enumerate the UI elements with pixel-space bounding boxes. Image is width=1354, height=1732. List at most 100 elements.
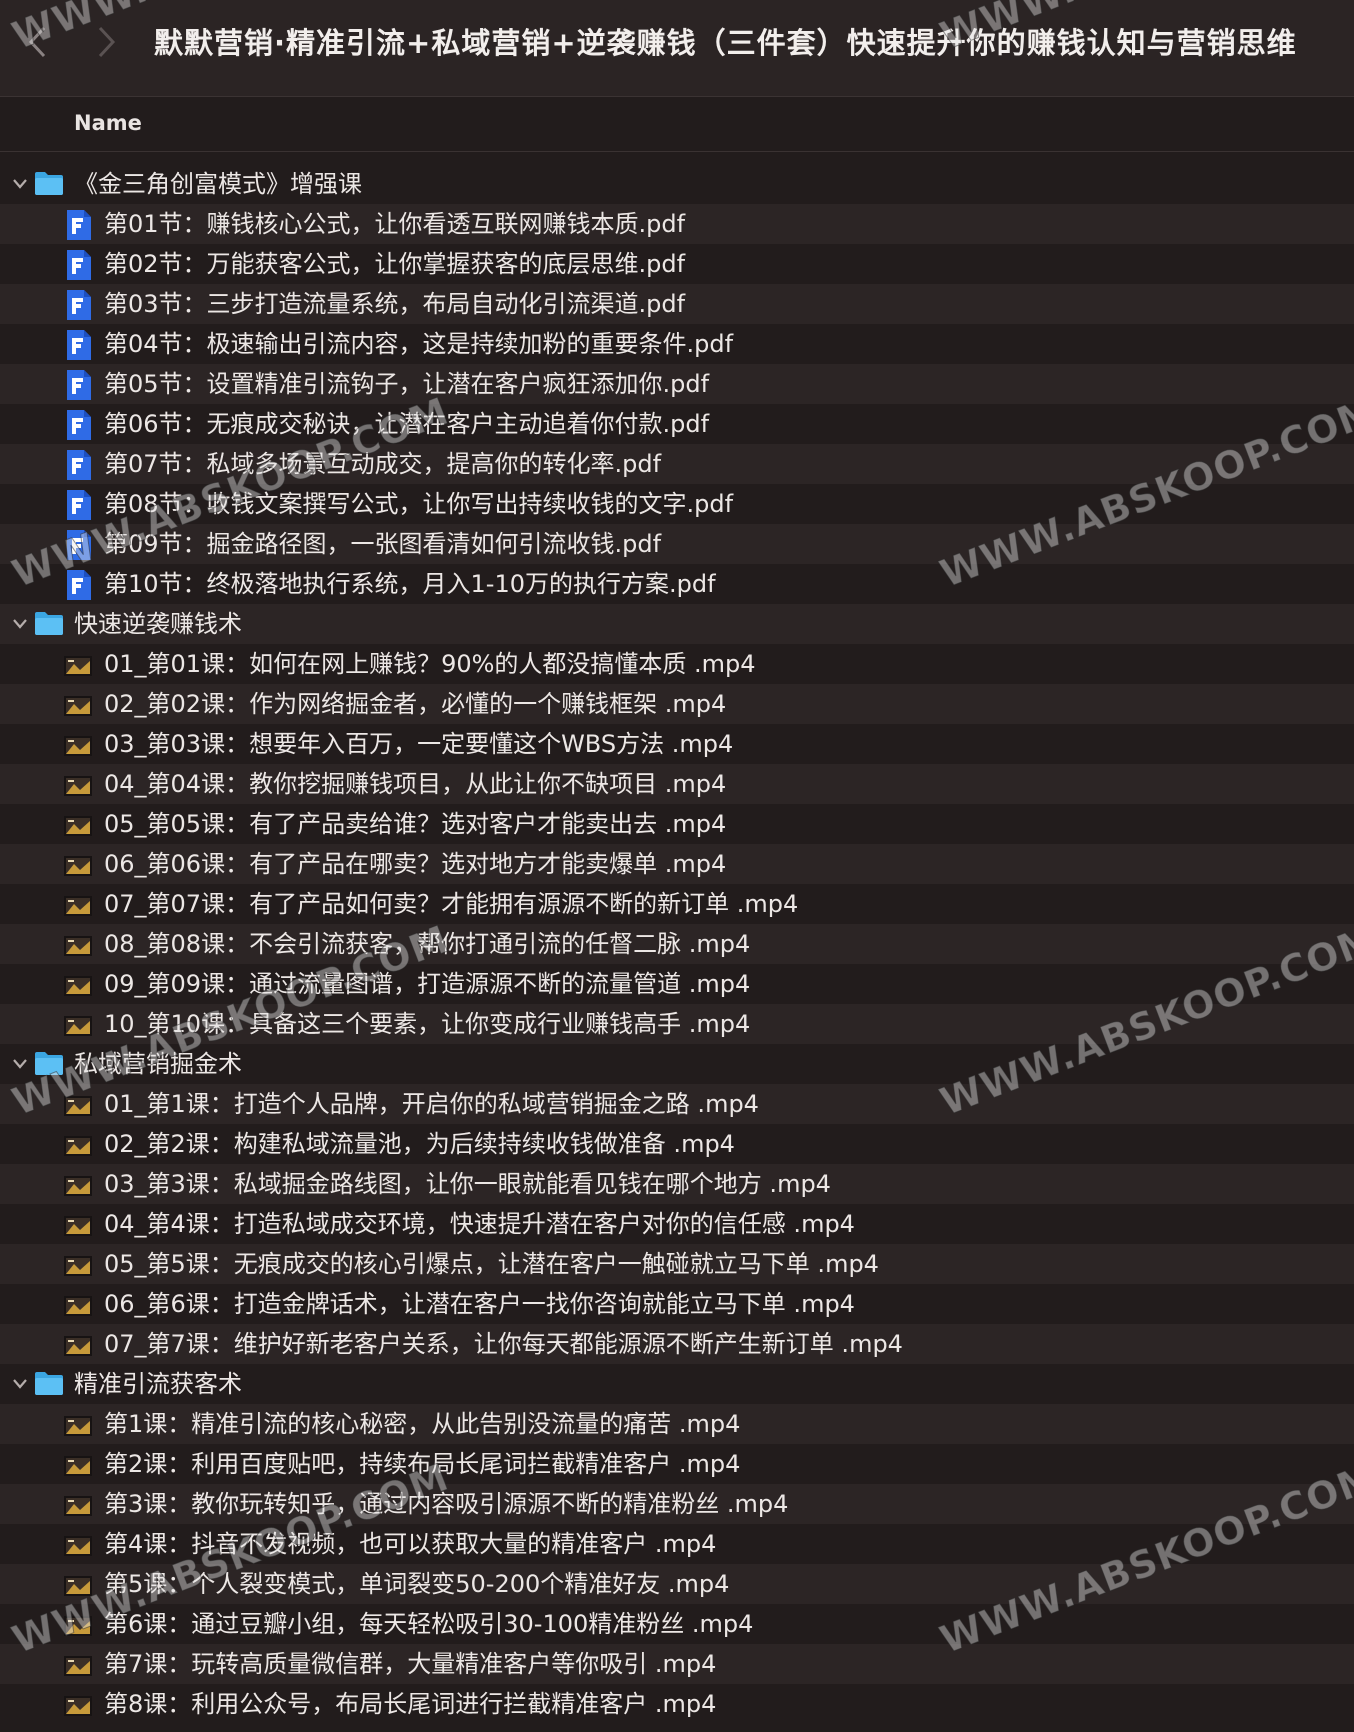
file-name: 04_第04课：教你挖掘赚钱项目，从此让你不缺项目 .mp4	[104, 770, 727, 798]
video-file-icon	[64, 650, 92, 680]
folder-row[interactable]: 精准引流获客术	[0, 1364, 1354, 1404]
file-name: 05_第05课：有了产品卖给谁？选对客户才能卖出去 .mp4	[104, 810, 727, 838]
file-row[interactable]: 03_第3课：私域掘金路线图，让你一眼就能看见钱在哪个地方 .mp4	[0, 1164, 1354, 1204]
disclosure-triangle-icon[interactable]	[8, 1372, 32, 1396]
file-row[interactable]: 09_第09课：通过流量图谱，打造源源不断的流量管道 .mp4	[0, 964, 1354, 1004]
back-button[interactable]	[18, 22, 58, 62]
file-name: 第03节：三步打造流量系统，布局自动化引流渠道.pdf	[104, 290, 686, 318]
file-row[interactable]: 第4课：抖音不发视频，也可以获取大量的精准客户 .mp4	[0, 1524, 1354, 1564]
file-name: 03_第3课：私域掘金路线图，让你一眼就能看见钱在哪个地方 .mp4	[104, 1170, 831, 1198]
file-row[interactable]: 06_第06课：有了产品在哪卖？选对地方才能卖爆单 .mp4	[0, 844, 1354, 884]
file-row[interactable]: 04_第4课：打造私域成交环境，快速提升潜在客户对你的信任感 .mp4	[0, 1204, 1354, 1244]
file-name: 02_第2课：构建私域流量池，为后续持续收钱做准备 .mp4	[104, 1130, 735, 1158]
video-file-icon	[64, 810, 92, 840]
file-row[interactable]: 03_第03课：想要年入百万，一定要懂这个WBS方法 .mp4	[0, 724, 1354, 764]
pdf-file-icon	[64, 530, 92, 560]
file-row[interactable]: 06_第6课：打造金牌话术，让潜在客户一找你咨询就能立马下单 .mp4	[0, 1284, 1354, 1324]
video-file-icon	[64, 890, 92, 920]
file-row[interactable]: 第09节：掘金路径图，一张图看清如何引流收钱.pdf	[0, 524, 1354, 564]
file-name: 第05节：设置精准引流钩子，让潜在客户疯狂添加你.pdf	[104, 370, 710, 398]
folder-icon	[34, 1370, 64, 1396]
file-row[interactable]: 04_第04课：教你挖掘赚钱项目，从此让你不缺项目 .mp4	[0, 764, 1354, 804]
file-row[interactable]: 第06节：无痕成交秘诀，让潜在客户主动追着你付款.pdf	[0, 404, 1354, 444]
video-file-icon	[64, 970, 92, 1000]
file-row[interactable]: 02_第2课：构建私域流量池，为后续持续收钱做准备 .mp4	[0, 1124, 1354, 1164]
file-row[interactable]: 第1课：精准引流的核心秘密，从此告别没流量的痛苦 .mp4	[0, 1404, 1354, 1444]
video-file-icon	[64, 930, 92, 960]
file-row[interactable]: 08_第08课：不会引流获客，帮你打通引流的任督二脉 .mp4	[0, 924, 1354, 964]
video-file-icon	[64, 1490, 92, 1520]
file-name: 第08节：收钱文案撰写公式，让你写出持续收钱的文字.pdf	[104, 490, 734, 518]
file-row[interactable]: 10_第10课：具备这三个要素，让你变成行业赚钱高手 .mp4	[0, 1004, 1354, 1044]
file-row[interactable]: 第3课：教你玩转知乎，通过内容吸引源源不断的精准粉丝 .mp4	[0, 1484, 1354, 1524]
video-file-icon	[64, 730, 92, 760]
file-name: 06_第06课：有了产品在哪卖？选对地方才能卖爆单 .mp4	[104, 850, 727, 878]
file-row[interactable]: 第8课：利用公众号，布局长尾词进行拦截精准客户 .mp4	[0, 1684, 1354, 1724]
video-file-icon	[64, 1530, 92, 1560]
window-title: 默默营销·精准引流+私域营销+逆袭赚钱（三件套）快速提升你的赚钱认知与营销思维	[154, 26, 1297, 60]
file-row[interactable]: 第05节：设置精准引流钩子，让潜在客户疯狂添加你.pdf	[0, 364, 1354, 404]
window-toolbar: 默默营销·精准引流+私域营销+逆袭赚钱（三件套）快速提升你的赚钱认知与营销思维	[0, 0, 1354, 97]
file-row[interactable]: 第08节：收钱文案撰写公式，让你写出持续收钱的文字.pdf	[0, 484, 1354, 524]
video-file-icon	[64, 1010, 92, 1040]
file-row[interactable]: 07_第07课：有了产品如何卖？才能拥有源源不断的新订单 .mp4	[0, 884, 1354, 924]
video-file-icon	[64, 1290, 92, 1320]
folder-row[interactable]: 快速逆袭赚钱术	[0, 604, 1354, 644]
video-file-icon	[64, 690, 92, 720]
file-row[interactable]: 01_第1课：打造个人品牌，开启你的私域营销掘金之路 .mp4	[0, 1084, 1354, 1124]
file-row[interactable]: 第6课：通过豆瓣小组，每天轻松吸引30-100精准粉丝 .mp4	[0, 1604, 1354, 1644]
disclosure-triangle-icon[interactable]	[8, 172, 32, 196]
chevron-right-icon	[98, 26, 116, 58]
pdf-file-icon	[64, 330, 92, 360]
folder-name: 《金三角创富模式》增强课	[74, 170, 362, 198]
file-name: 09_第09课：通过流量图谱，打造源源不断的流量管道 .mp4	[104, 970, 751, 998]
video-file-icon	[64, 1690, 92, 1720]
column-header: Name	[0, 97, 1354, 152]
file-row[interactable]: 第5课：个人裂变模式，单词裂变50-200个精准好友 .mp4	[0, 1564, 1354, 1604]
file-row[interactable]: 第7课：玩转高质量微信群，大量精准客户等你吸引 .mp4	[0, 1644, 1354, 1684]
video-file-icon	[64, 1130, 92, 1160]
file-row[interactable]: 01_第01课：如何在网上赚钱？90%的人都没搞懂本质 .mp4	[0, 644, 1354, 684]
video-file-icon	[64, 1210, 92, 1240]
file-name: 第3课：教你玩转知乎，通过内容吸引源源不断的精准粉丝 .mp4	[104, 1490, 789, 1518]
file-row[interactable]: 07_第7课：维护好新老客户关系，让你每天都能源源不断产生新订单 .mp4	[0, 1324, 1354, 1364]
file-name: 01_第01课：如何在网上赚钱？90%的人都没搞懂本质 .mp4	[104, 650, 756, 678]
file-name: 06_第6课：打造金牌话术，让潜在客户一找你咨询就能立马下单 .mp4	[104, 1290, 855, 1318]
file-list: 《金三角创富模式》增强课第01节：赚钱核心公式，让你看透互联网赚钱本质.pdf 第…	[0, 164, 1354, 1724]
file-name: 05_第5课：无痕成交的核心引爆点，让潜在客户一触碰就立马下单 .mp4	[104, 1250, 879, 1278]
pdf-file-icon	[64, 210, 92, 240]
pdf-file-icon	[64, 490, 92, 520]
file-name: 第01节：赚钱核心公式，让你看透互联网赚钱本质.pdf	[104, 210, 686, 238]
pdf-file-icon	[64, 570, 92, 600]
file-row[interactable]: 第04节：极速输出引流内容，这是持续加粉的重要条件.pdf	[0, 324, 1354, 364]
forward-button[interactable]	[86, 22, 126, 62]
folder-row[interactable]: 私域营销掘金术	[0, 1044, 1354, 1084]
disclosure-triangle-icon[interactable]	[8, 1052, 32, 1076]
file-name: 07_第7课：维护好新老客户关系，让你每天都能源源不断产生新订单 .mp4	[104, 1330, 903, 1358]
chevron-left-icon	[28, 26, 46, 58]
video-file-icon	[64, 770, 92, 800]
file-name: 07_第07课：有了产品如何卖？才能拥有源源不断的新订单 .mp4	[104, 890, 799, 918]
folder-row[interactable]: 《金三角创富模式》增强课	[0, 164, 1354, 204]
video-file-icon	[64, 1570, 92, 1600]
file-row[interactable]: 第01节：赚钱核心公式，让你看透互联网赚钱本质.pdf	[0, 204, 1354, 244]
file-row[interactable]: 第02节：万能获客公式，让你掌握获客的底层思维.pdf	[0, 244, 1354, 284]
file-row[interactable]: 第2课：利用百度贴吧，持续布局长尾词拦截精准客户 .mp4	[0, 1444, 1354, 1484]
file-name: 第06节：无痕成交秘诀，让潜在客户主动追着你付款.pdf	[104, 410, 710, 438]
file-name: 10_第10课：具备这三个要素，让你变成行业赚钱高手 .mp4	[104, 1010, 751, 1038]
file-name: 第07节：私域多场景互动成交，提高你的转化率.pdf	[104, 450, 662, 478]
folder-icon	[34, 1050, 64, 1076]
folder-icon	[34, 170, 64, 196]
disclosure-triangle-icon[interactable]	[8, 612, 32, 636]
name-column-header[interactable]: Name	[74, 111, 142, 135]
file-row[interactable]: 05_第5课：无痕成交的核心引爆点，让潜在客户一触碰就立马下单 .mp4	[0, 1244, 1354, 1284]
pdf-file-icon	[64, 250, 92, 280]
pdf-file-icon	[64, 450, 92, 480]
file-row[interactable]: 02_第02课：作为网络掘金者，必懂的一个赚钱框架 .mp4	[0, 684, 1354, 724]
file-name: 第4课：抖音不发视频，也可以获取大量的精准客户 .mp4	[104, 1530, 717, 1558]
file-row[interactable]: 第10节：终极落地执行系统，月入1-10万的执行方案.pdf	[0, 564, 1354, 604]
video-file-icon	[64, 1250, 92, 1280]
file-row[interactable]: 第07节：私域多场景互动成交，提高你的转化率.pdf	[0, 444, 1354, 484]
file-row[interactable]: 05_第05课：有了产品卖给谁？选对客户才能卖出去 .mp4	[0, 804, 1354, 844]
file-row[interactable]: 第03节：三步打造流量系统，布局自动化引流渠道.pdf	[0, 284, 1354, 324]
